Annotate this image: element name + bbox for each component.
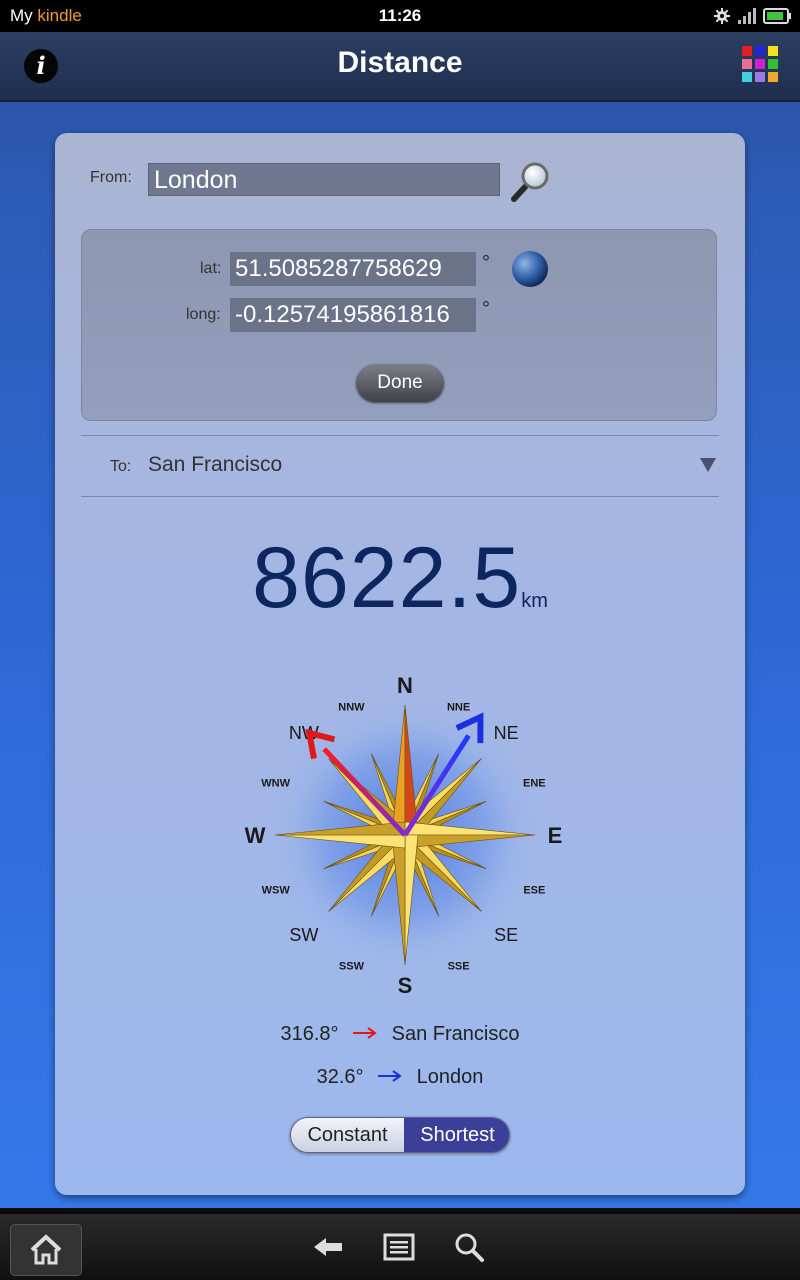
to-select[interactable]: San Francisco (148, 453, 282, 477)
compass-label-nnw: NNW (338, 702, 365, 714)
bearing-row-2: 32.6° London (55, 1066, 745, 1089)
mode-toggle: Constant Shortest (290, 1117, 510, 1153)
compass-label-ssw: SSW (339, 960, 365, 972)
compass-label-wsw: WSW (262, 885, 291, 897)
compass-rose: NNNENEENEEESESESSESSSWSWWSWWWNWNWNNW (245, 673, 563, 998)
battery-icon (763, 8, 791, 24)
from-input[interactable]: London (148, 163, 500, 196)
compass-label-wnw: WNW (261, 777, 290, 789)
long-degree-symbol: ° (482, 298, 490, 320)
compass-label-sse: SSE (448, 960, 470, 972)
bearing-value: 316.8° (280, 1023, 339, 1045)
compass-label-sw: SW (289, 925, 318, 945)
back-icon[interactable] (312, 1230, 346, 1264)
home-icon (30, 1234, 62, 1265)
wifi-signal-icon (738, 8, 756, 24)
bearing-destination: London (416, 1066, 484, 1088)
coordinates-panel: lat: 51.5085287758629 ° long: -0.1257419… (81, 229, 717, 421)
status-bar: My kindle 11:26 (0, 0, 800, 32)
title-bar: i Distance (0, 32, 800, 102)
status-icons (714, 8, 791, 24)
compass-label-ese: ESE (523, 885, 545, 897)
clock: 11:26 (378, 6, 422, 25)
lat-label: lat: (200, 260, 222, 277)
red-arrow-icon (353, 1027, 377, 1039)
compass-label-nne: NNE (447, 702, 470, 714)
compass-label-n: N (397, 673, 413, 698)
menu-icon[interactable] (382, 1230, 416, 1264)
divider (81, 435, 719, 436)
compass-label-se: SE (494, 925, 518, 945)
compass-label-ene: ENE (523, 777, 546, 789)
lat-degree-symbol: ° (482, 252, 490, 274)
blue-arrow-icon (378, 1070, 402, 1082)
to-label: To: (110, 458, 132, 475)
from-label: From: (90, 169, 132, 186)
compass-label-s: S (398, 973, 413, 998)
globe-icon[interactable] (512, 251, 548, 287)
done-button[interactable]: Done (356, 364, 444, 402)
distance-readout: 8622.5km (55, 529, 745, 628)
compass-label-ne: NE (494, 723, 519, 743)
bottom-nav (0, 1208, 800, 1280)
dropdown-arrow-icon[interactable] (700, 458, 716, 472)
home-button[interactable] (10, 1224, 82, 1276)
shortest-option[interactable]: Shortest (404, 1118, 509, 1152)
app-grid-icon[interactable] (740, 44, 780, 84)
compass-label-w: W (245, 823, 266, 848)
constant-option[interactable]: Constant (291, 1118, 404, 1152)
lat-input[interactable]: 51.5085287758629 (230, 252, 476, 286)
search-icon[interactable] (510, 160, 552, 202)
distance-card: From: London lat: 51.5085287758629 ° lon… (55, 133, 745, 1195)
long-label: long: (186, 306, 221, 323)
gear-icon (714, 8, 730, 24)
distance-value: 8622.5 (252, 530, 522, 626)
bearing-row-1: 316.8° San Francisco (55, 1023, 745, 1046)
long-input[interactable]: -0.12574195861816 (230, 298, 476, 332)
distance-unit: km (521, 590, 548, 612)
bearing-value: 32.6° (316, 1066, 364, 1088)
compass-label-e: E (548, 823, 563, 848)
search-nav-icon[interactable] (452, 1230, 486, 1264)
bearing-destination: San Francisco (391, 1023, 520, 1045)
page-title: Distance (337, 46, 463, 79)
divider (81, 496, 719, 497)
